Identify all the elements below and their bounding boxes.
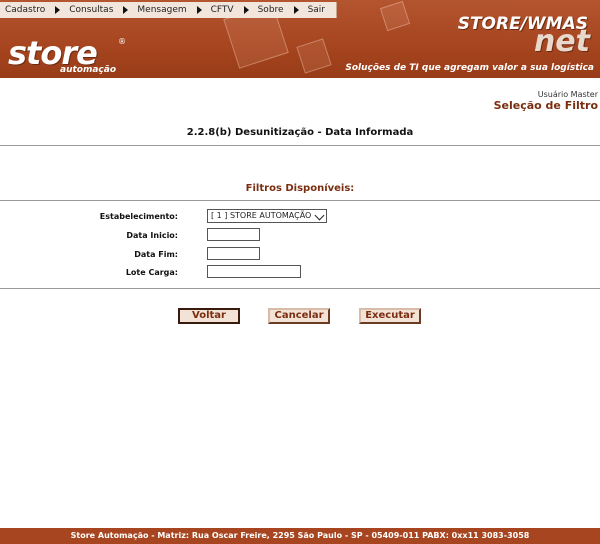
menu-item-consultas[interactable]: Consultas bbox=[64, 2, 132, 18]
decorative-cube bbox=[296, 38, 332, 74]
voltar-button[interactable]: Voltar bbox=[178, 308, 240, 324]
store-logo-subtitle: automação bbox=[60, 65, 117, 75]
submenu-arrow-icon bbox=[196, 6, 202, 14]
submenu-arrow-icon bbox=[123, 6, 129, 14]
menu-item-label: Mensagem bbox=[137, 5, 187, 15]
registered-mark: ® bbox=[118, 37, 126, 46]
submenu-arrow-icon bbox=[293, 6, 299, 14]
executar-button[interactable]: Executar bbox=[359, 308, 421, 324]
lote-carga-label: Lote Carga: bbox=[125, 268, 178, 277]
data-inicio-input[interactable] bbox=[207, 228, 260, 241]
menu-item-mensagem[interactable]: Mensagem bbox=[132, 2, 205, 18]
menu-item-cadastro[interactable]: Cadastro bbox=[0, 2, 64, 18]
data-inicio-label: Data Inicio: bbox=[126, 231, 178, 240]
current-user: Usuário Master bbox=[537, 90, 598, 99]
menu-bar: Cadastro Consultas Mensagem CFTV Sobre S… bbox=[0, 2, 337, 18]
menu-item-sair[interactable]: Sair bbox=[303, 2, 325, 18]
screen-title: Seleção de Filtro bbox=[493, 99, 598, 112]
footer: Store Automação - Matriz: Rua Oscar Frei… bbox=[0, 528, 600, 544]
tagline: Soluções de TI que agregam valor a sua l… bbox=[345, 63, 594, 73]
data-fim-label: Data Fim: bbox=[134, 250, 178, 259]
menu-item-label: Cadastro bbox=[5, 5, 46, 15]
divider bbox=[0, 288, 600, 289]
page-title: 2.2.8(b) Desunitização - Data Informada bbox=[186, 127, 414, 138]
menu-item-sobre[interactable]: Sobre bbox=[253, 2, 303, 18]
divider bbox=[0, 145, 600, 146]
product-suffix: net bbox=[533, 24, 590, 59]
filters-title: Filtros Disponíveis: bbox=[245, 183, 355, 194]
menu-item-label: CFTV bbox=[210, 5, 234, 15]
divider bbox=[0, 200, 600, 201]
data-fim-input[interactable] bbox=[207, 247, 260, 260]
estabelecimento-label: Estabelecimento: bbox=[99, 212, 178, 221]
header-banner: Cadastro Consultas Mensagem CFTV Sobre S… bbox=[0, 0, 600, 78]
chevron-down-icon bbox=[314, 210, 325, 221]
menu-item-cftv[interactable]: CFTV bbox=[206, 2, 253, 18]
estabelecimento-value: [ 1 ] STORE AUTOMAÇÃO bbox=[211, 211, 312, 220]
estabelecimento-select[interactable]: [ 1 ] STORE AUTOMAÇÃO bbox=[207, 209, 327, 223]
menu-item-label: Consultas bbox=[69, 5, 114, 15]
cancelar-button[interactable]: Cancelar bbox=[268, 308, 330, 324]
submenu-arrow-icon bbox=[55, 6, 61, 14]
menu-item-label: Sair bbox=[307, 5, 326, 15]
decorative-cube bbox=[379, 0, 411, 32]
submenu-arrow-icon bbox=[243, 6, 249, 14]
lote-carga-input[interactable] bbox=[207, 265, 301, 278]
menu-item-label: Sobre bbox=[257, 5, 284, 15]
